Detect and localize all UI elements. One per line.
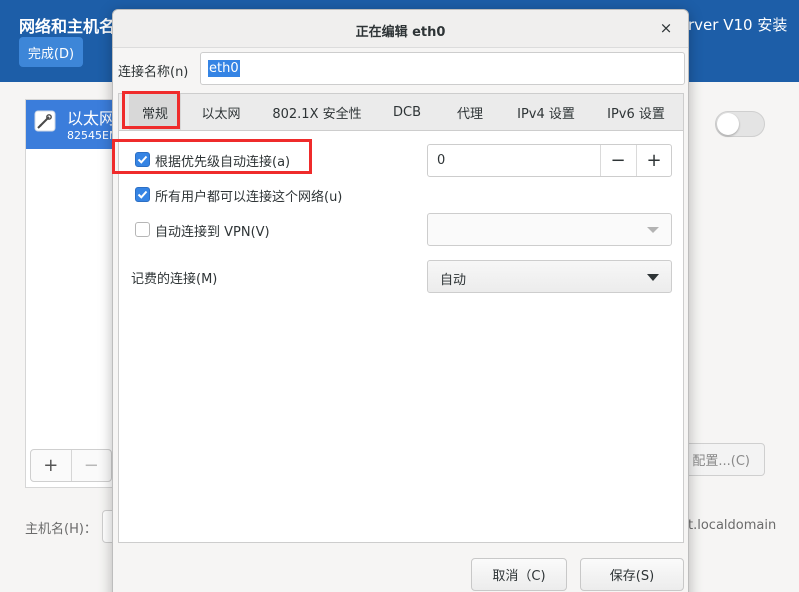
tab-bar: 常规 以太网 802.1X 安全性 DCB 代理 IPv4 设置 IPv6 设置 xyxy=(119,94,683,131)
connection-name-label: 连接名称(n) xyxy=(118,65,189,80)
priority-spinbutton[interactable]: 0 − + xyxy=(427,144,672,177)
dialog-titlebar: 正在编辑 eth0 × xyxy=(113,10,688,48)
close-icon[interactable]: × xyxy=(656,18,676,38)
vpn-select[interactable] xyxy=(427,213,672,246)
configure-button[interactable]: 配置...(C) xyxy=(680,443,765,476)
product-title: rver V10 安装 xyxy=(688,16,788,34)
dropdown-arrow-icon xyxy=(647,227,659,233)
checkmark-icon xyxy=(137,155,148,164)
checkmark-icon xyxy=(137,190,148,199)
dialog-title: 正在编辑 eth0 xyxy=(355,25,446,40)
device-enable-switch[interactable] xyxy=(715,111,765,137)
tab-ipv4-settings[interactable]: IPv4 设置 xyxy=(509,94,583,130)
settings-notebook: 常规 以太网 802.1X 安全性 DCB 代理 IPv4 设置 IPv6 设置… xyxy=(118,93,684,543)
page-title: 网络和主机名 xyxy=(19,17,116,36)
metered-connection-label: 记费的连接(M) xyxy=(131,272,218,287)
decrease-priority-button[interactable]: − xyxy=(600,145,635,176)
done-button[interactable]: 完成(D) xyxy=(19,37,83,67)
list-item-ethernet[interactable]: 以太网 82545EM xyxy=(26,100,124,149)
auto-connect-checkbox[interactable] xyxy=(135,152,150,167)
increase-priority-button[interactable]: + xyxy=(636,145,671,176)
auto-vpn-label[interactable]: 自动连接到 VPN(V) xyxy=(155,221,270,240)
tab-proxy[interactable]: 代理 xyxy=(449,94,491,130)
tab-ethernet[interactable]: 以太网 xyxy=(195,94,247,130)
edit-connection-dialog: 正在编辑 eth0 × 连接名称(n) eth0 常规 以太网 802.1X 安… xyxy=(112,9,689,592)
tab-dcb[interactable]: DCB xyxy=(386,94,428,130)
all-users-checkbox[interactable] xyxy=(135,187,150,202)
metered-connection-value: 自动 xyxy=(440,273,467,288)
tab-general[interactable]: 常规 xyxy=(129,94,181,130)
save-button[interactable]: 保存(S) xyxy=(580,558,684,591)
priority-value: 0 xyxy=(437,153,446,168)
add-device-button[interactable]: + xyxy=(31,450,71,481)
dropdown-arrow-icon xyxy=(647,274,659,281)
device-subtitle: 82545EM xyxy=(67,129,119,142)
cancel-button[interactable]: 取消（C) xyxy=(471,558,567,591)
all-users-label[interactable]: 所有用户都可以连接这个网络(u) xyxy=(155,186,342,205)
network-device-list: 以太网 82545EM xyxy=(25,99,125,488)
current-hostname: t.localdomain xyxy=(688,518,777,533)
ethernet-icon xyxy=(34,110,56,132)
device-name: 以太网 xyxy=(67,109,116,128)
add-remove-device-group: + − xyxy=(30,449,112,482)
tab-ipv6-settings[interactable]: IPv6 设置 xyxy=(599,94,673,130)
tab-8021x-security[interactable]: 802.1X 安全性 xyxy=(267,94,367,130)
auto-connect-label[interactable]: 根据优先级自动连接(a) xyxy=(155,151,290,170)
hostname-label: 主机名(H)： xyxy=(25,522,97,537)
connection-name-value: eth0 xyxy=(208,60,240,77)
auto-vpn-checkbox[interactable] xyxy=(135,222,150,237)
connection-name-input[interactable]: eth0 xyxy=(200,52,685,85)
remove-device-button[interactable]: − xyxy=(70,450,112,481)
metered-connection-select[interactable]: 自动 xyxy=(427,260,672,293)
